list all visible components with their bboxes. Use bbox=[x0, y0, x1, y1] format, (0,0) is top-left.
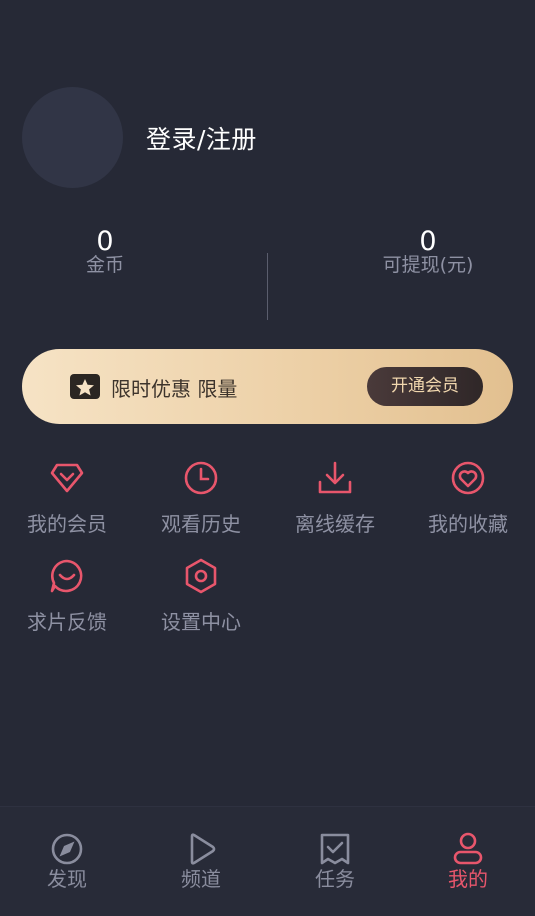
menu-label: 设置中心 bbox=[161, 610, 241, 634]
avatar[interactable] bbox=[22, 87, 123, 188]
feedback-icon bbox=[0, 556, 134, 596]
stats-divider bbox=[267, 253, 268, 320]
star-ticket-icon bbox=[70, 374, 100, 399]
vip-promo-banner[interactable]: 限时优惠 限量 开通会员 bbox=[22, 349, 513, 424]
compass-icon bbox=[0, 831, 134, 867]
bottom-tab-bar: 发现 频道 任务 我的 bbox=[0, 806, 535, 916]
vip-promo-text: 限时优惠 限量 bbox=[111, 377, 238, 401]
menu-label: 我的收藏 bbox=[428, 512, 508, 536]
menu-item-my-favorites[interactable]: 我的收藏 bbox=[401, 458, 535, 537]
tab-task[interactable]: 任务 bbox=[268, 831, 402, 892]
tab-mine[interactable]: 我的 bbox=[401, 831, 535, 892]
tab-label: 发现 bbox=[47, 867, 87, 891]
login-register-link[interactable]: 登录/注册 bbox=[146, 120, 257, 156]
tab-label: 我的 bbox=[448, 867, 488, 891]
tab-label: 频道 bbox=[181, 867, 221, 891]
download-icon bbox=[268, 458, 402, 498]
tab-channel[interactable]: 频道 bbox=[134, 831, 268, 892]
menu-item-settings[interactable]: 设置中心 bbox=[134, 556, 268, 635]
coins-stat[interactable]: 0 金币 bbox=[5, 226, 205, 276]
clock-icon bbox=[134, 458, 268, 498]
user-icon bbox=[401, 831, 535, 867]
menu-item-request-feedback[interactable]: 求片反馈 bbox=[0, 556, 134, 635]
menu-item-watch-history[interactable]: 观看历史 bbox=[134, 458, 268, 537]
heart-icon bbox=[401, 458, 535, 498]
task-icon bbox=[268, 831, 402, 867]
coins-label: 金币 bbox=[85, 254, 124, 276]
withdrawable-label: 可提现(元) bbox=[382, 254, 474, 276]
settings-icon bbox=[134, 556, 268, 596]
menu-label: 求片反馈 bbox=[27, 610, 107, 634]
menu-label: 我的会员 bbox=[27, 512, 107, 536]
diamond-icon bbox=[0, 458, 134, 498]
menu-item-offline-cache[interactable]: 离线缓存 bbox=[268, 458, 402, 537]
menu-label: 观看历史 bbox=[161, 512, 241, 536]
tab-discover[interactable]: 发现 bbox=[0, 831, 134, 892]
menu-label: 离线缓存 bbox=[295, 512, 375, 536]
menu-item-my-membership[interactable]: 我的会员 bbox=[0, 458, 134, 537]
withdrawable-stat[interactable]: 0 可提现(元) bbox=[328, 226, 528, 276]
open-membership-button[interactable]: 开通会员 bbox=[367, 367, 483, 406]
play-icon bbox=[134, 831, 268, 867]
tab-label: 任务 bbox=[315, 867, 355, 891]
